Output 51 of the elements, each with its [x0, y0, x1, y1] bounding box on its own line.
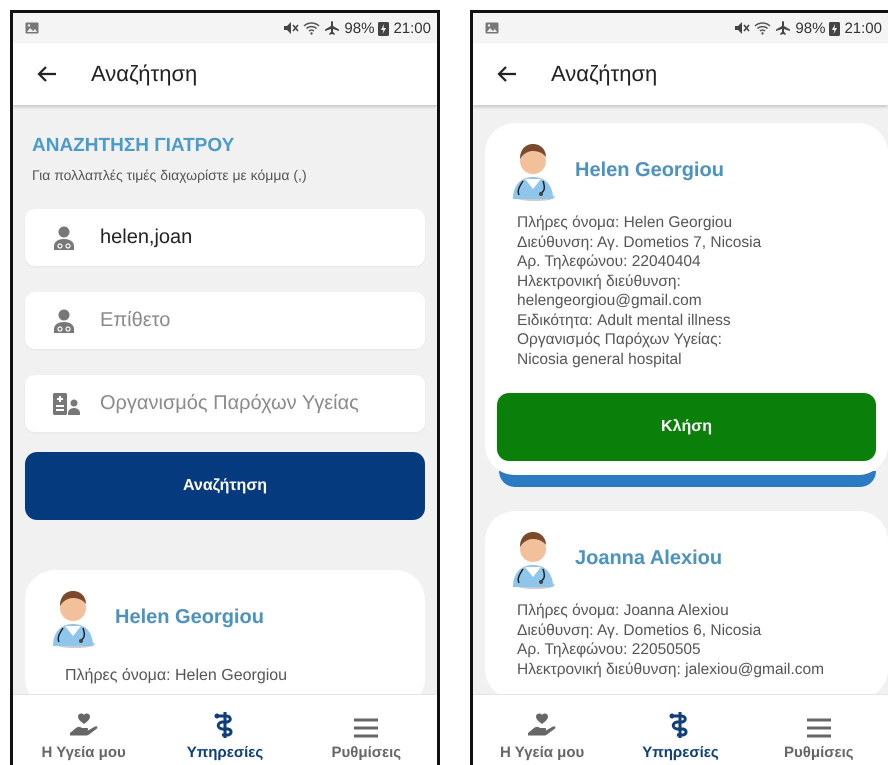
search-field[interactable]: Οργανισμός Παρόχων Υγείας [25, 375, 425, 432]
detail-text: Ειδικότητα: Adult mental illness [517, 310, 732, 330]
search-field[interactable]: helen,joan [25, 209, 425, 266]
section-heading: ΑΝΑΖΗΤΗΣΗ ΓΙΑΤΡΟΥ [32, 135, 236, 157]
nav-tab[interactable]: Η Υγεία μου [473, 695, 612, 765]
nav-tab[interactable]: Ρυθμίσεις [750, 695, 888, 765]
detail-text: Nicosia general hospital [517, 350, 683, 369]
search-button[interactable]: Αναζήτηση [25, 452, 425, 520]
airplane-icon [324, 20, 340, 36]
menu-icon [353, 717, 380, 739]
image-icon [485, 22, 499, 34]
hint-text: Για πολλαπλές τιμές διαχωρίστε με κόμμα (,) [32, 167, 308, 183]
detail-text: Πλήρες όνομα: Helen Georgiou [517, 213, 734, 232]
detail-text: Αρ. Τηλεφώνου: 22050505 [517, 640, 702, 660]
nav-tab[interactable]: Ρυθμίσεις [296, 695, 437, 765]
detail-text: Οργανισμός Παρόχων Υγείας: [517, 330, 723, 350]
screen-title: Αναζήτηση [91, 61, 198, 87]
clock-time: 21:00 [844, 20, 882, 36]
back-arrow-icon[interactable] [37, 65, 57, 83]
battery-percentage: 98% [795, 20, 826, 36]
clock-time: 21:00 [393, 20, 431, 36]
detail-text: Διεύθυνση: Αγ. Dometios 6, Nicosia [517, 620, 762, 640]
nav-tab[interactable]: Υπηρεσίες [611, 695, 750, 765]
doctor-person-icon [53, 226, 75, 250]
doctor-name: Helen Georgiou [575, 158, 724, 182]
menu-icon [806, 717, 832, 739]
battery-charging-icon [829, 20, 840, 36]
call-button[interactable]: Κλήση [497, 393, 876, 461]
detail-text: Διεύθυνση: Αγ. Dometios 7, Nicosia [517, 232, 762, 252]
nav-tab[interactable]: Η Υγεία μου [13, 695, 154, 765]
mute-icon [734, 21, 750, 35]
battery-percentage: 98% [344, 20, 374, 36]
wifi-icon [754, 21, 772, 35]
image-icon [25, 22, 39, 34]
detail-text: Ηλεκτρονική διεύθυνση: [517, 272, 682, 291]
detail-text: Πλήρες όνομα: Joanna Alexiou [517, 601, 730, 620]
doctor-name: Helen Georgiou [115, 606, 264, 628]
back-arrow-icon[interactable] [497, 65, 517, 83]
screen-title: Αναζήτηση [551, 61, 658, 87]
battery-charging-icon [378, 20, 390, 36]
detail-text: Αρ. Τηλεφώνου: 22040404 [517, 252, 702, 272]
nav-tab[interactable]: Υπηρεσίες [154, 695, 296, 765]
detail-text: Ηλεκτρονική διεύθυνση: jalexiou@gmail.com [517, 660, 826, 679]
search-field[interactable]: Επίθετο [25, 292, 425, 349]
doctor-person-icon [53, 308, 75, 332]
mute-icon [283, 21, 300, 35]
wifi-icon [303, 21, 320, 35]
detail-text: Πλήρες όνομα: Helen Georgiou [65, 666, 288, 686]
doctor-name: Joanna Alexiou [575, 546, 722, 570]
airplane-icon [775, 20, 792, 36]
detail-text: helengeorgiou@gmail.com [517, 291, 703, 310]
